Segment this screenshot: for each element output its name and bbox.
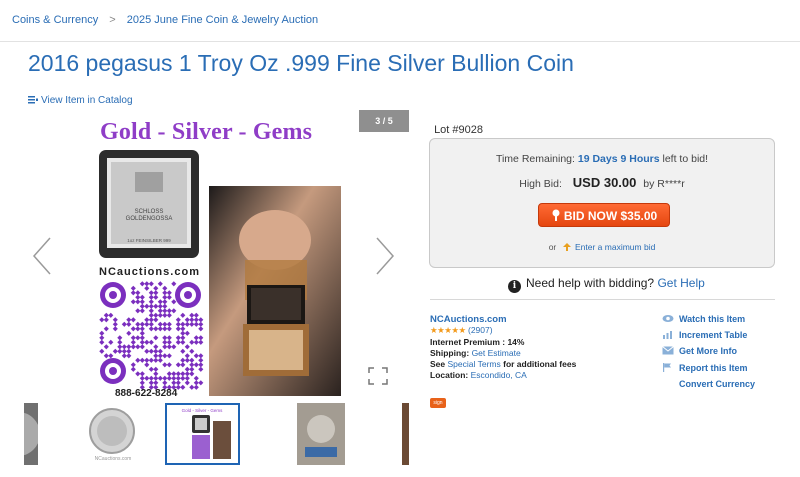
rating-count[interactable]: (2907)	[468, 325, 493, 335]
bidding-panel: Time Remaining: 19 Days 9 Hours left to …	[429, 138, 775, 268]
more-info-action[interactable]: Get More Info	[662, 346, 792, 362]
thumbnail-4[interactable]	[297, 403, 345, 465]
time-remaining-value: 19 Days 9 Hours	[577, 153, 660, 165]
terms-prefix: See	[430, 359, 446, 370]
main-lot-image[interactable]: Gold - Silver - Gems SCHLOSS GOLDENGOSSA…	[95, 110, 345, 398]
bidding-help: i Need help with bidding? Get Help	[508, 276, 705, 293]
location-value[interactable]: Escondido, CA	[471, 370, 527, 380]
flag-icon	[663, 362, 671, 372]
breadcrumb-separator: >	[109, 14, 116, 26]
max-bid-link[interactable]: Enter a maximum bid	[575, 242, 655, 252]
convert-currency-action[interactable]: Convert Currency	[662, 379, 792, 395]
thumbnail-3-label: Gold - Silver - Gems	[182, 408, 224, 413]
thumbnail-strip: NCauctions.com Gold - Silver - Gems	[24, 403, 409, 467]
watch-item-label: Watch this Item	[679, 314, 746, 324]
info-icon: i	[508, 280, 521, 293]
watch-item-action[interactable]: Watch this Item	[662, 314, 792, 330]
rating-stars: ★★★★★	[430, 325, 466, 336]
lot-photo: Gold - Silver - Gems SCHLOSS GOLDENGOSSA…	[95, 110, 345, 398]
breadcrumb-coins-currency[interactable]: Coins & Currency	[12, 14, 98, 26]
high-bid: High Bid: USD 30.00 by R****r	[430, 175, 774, 190]
thumbnail-3-selected[interactable]: Gold - Silver - Gems	[165, 403, 240, 465]
increment-table-action[interactable]: Increment Table	[662, 330, 792, 346]
chevron-left-icon[interactable]	[32, 236, 52, 276]
shipping-estimate-link[interactable]: Get Estimate	[472, 348, 521, 358]
view-catalog-link[interactable]: View Item in Catalog	[28, 95, 133, 106]
banner-text: Gold - Silver - Gems	[100, 119, 312, 145]
page-title: 2016 pegasus 1 Troy Oz .999 Fine Silver …	[28, 50, 574, 76]
view-catalog-label: View Item in Catalog	[41, 95, 133, 106]
item-actions: Watch this Item Increment Table Get More…	[662, 314, 792, 395]
time-remaining-suffix: left to bid!	[662, 153, 709, 165]
internet-premium: Internet Premium : 14%	[430, 336, 525, 347]
time-remaining: Time Remaining: 19 Days 9 Hours left to …	[430, 153, 774, 165]
list-icon	[28, 96, 38, 104]
seller-badge: sign	[430, 398, 446, 408]
high-bid-bidder: by R****r	[643, 178, 685, 190]
high-bid-label: High Bid:	[519, 178, 562, 190]
lot-nav: Lot #9028	[431, 124, 486, 136]
or-text: or	[548, 242, 557, 252]
site-label: NCauctions.com	[99, 266, 199, 278]
shipping-label: Shipping:	[430, 347, 470, 358]
thumbnail-2-image: NCauctions.com	[89, 408, 135, 462]
bid-now-button[interactable]: BID NOW $35.00	[538, 203, 670, 227]
bar-text-3: 1oz FEINSILBER 999	[127, 238, 171, 243]
breadcrumb: Coins & Currency > 2025 June Fine Coin &…	[12, 14, 318, 26]
mail-icon	[662, 346, 674, 355]
high-bid-amount: USD 30.00	[572, 175, 637, 190]
bar-text-1: SCHLOSS	[135, 209, 164, 215]
bid-icon	[552, 209, 560, 221]
right-divider	[430, 299, 775, 300]
max-bid-row: or Enter a maximum bid	[430, 242, 774, 252]
header-divider	[0, 41, 800, 42]
seller-info: NCAuctions.com ★★★★★ (2907) Internet Pre…	[430, 314, 660, 382]
help-text: Need help with bidding?	[526, 276, 655, 290]
thumbnail-2[interactable]: NCauctions.com	[82, 403, 144, 465]
image-counter: 3 / 5	[359, 110, 409, 132]
thumbnail-4-image	[297, 403, 345, 465]
bid-now-label: BID NOW $35.00	[563, 209, 658, 223]
breadcrumb-auction[interactable]: 2025 June Fine Coin & Jewelry Auction	[127, 14, 318, 26]
increment-table-label: Increment Table	[679, 330, 748, 341]
fullscreen-icon[interactable]	[368, 367, 388, 385]
currency-icon-spacer	[662, 379, 674, 388]
thumbnail-3-image: Gold - Silver - Gems	[182, 408, 231, 459]
lot-number: Lot #9028	[434, 124, 483, 136]
bar-text-2: GOLDENGOSSA	[126, 216, 173, 222]
more-info-label: Get More Info	[679, 346, 737, 357]
special-terms-link[interactable]: Special Terms	[448, 359, 501, 369]
convert-currency-label: Convert Currency	[679, 378, 756, 389]
bar-chart-icon	[663, 331, 672, 340]
report-item-action[interactable]: Report this Item	[662, 362, 792, 379]
eye-icon	[662, 315, 674, 322]
location-label: Location:	[430, 370, 469, 381]
max-bid-icon	[562, 243, 571, 251]
terms-suffix: for additional fees	[503, 359, 577, 370]
thumbnail-5[interactable]	[402, 403, 409, 465]
get-help-link[interactable]: Get Help	[657, 276, 704, 290]
seller-name[interactable]: NCAuctions.com	[430, 314, 507, 325]
thumbnail-1-image	[24, 403, 38, 465]
report-item-label: Report this Item	[679, 362, 748, 373]
time-remaining-label: Time Remaining:	[495, 153, 575, 165]
thumbnail-1[interactable]	[24, 403, 38, 465]
thumbnail-2-label: NCauctions.com	[95, 456, 132, 462]
phone-number: 888-622-8284	[115, 388, 178, 398]
chevron-right-icon[interactable]	[375, 236, 395, 276]
